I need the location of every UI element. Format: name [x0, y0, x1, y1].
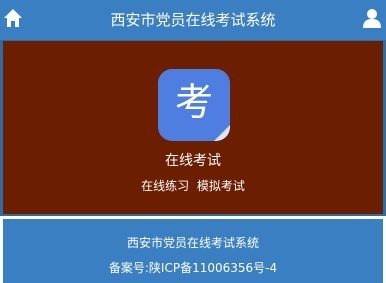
app-name-link[interactable]: 在线考试 — [3, 150, 383, 170]
footer: 西安市党员在线考试系统 备案号:陕ICP备11006356号-4 — [3, 219, 383, 283]
mock-exam-link[interactable]: 模拟考试 — [197, 179, 245, 193]
hero-panel: 考 在线考试 在线练习 模拟考试 — [3, 41, 383, 214]
footer-title: 西安市党员在线考试系统 — [126, 236, 259, 250]
online-practice-link[interactable]: 在线练习 — [141, 179, 189, 193]
page-fold-icon — [214, 125, 230, 141]
top-header-bar: 西安市党员在线考试系统 — [0, 0, 386, 41]
user-button[interactable] — [362, 7, 382, 29]
user-icon — [363, 9, 381, 28]
exam-app-icon[interactable]: 考 — [158, 69, 230, 141]
exam-links: 在线练习 模拟考试 — [3, 177, 383, 194]
page-title: 西安市党员在线考试系统 — [110, 11, 276, 29]
exam-glyph: 考 — [174, 80, 213, 124]
page: 西安市党员在线考试系统 考 在线考试 在线练习 模拟考试 西安市党员在线考试系统… — [0, 0, 386, 283]
icp-record: 备案号:陕ICP备11006356号-4 — [108, 261, 278, 275]
